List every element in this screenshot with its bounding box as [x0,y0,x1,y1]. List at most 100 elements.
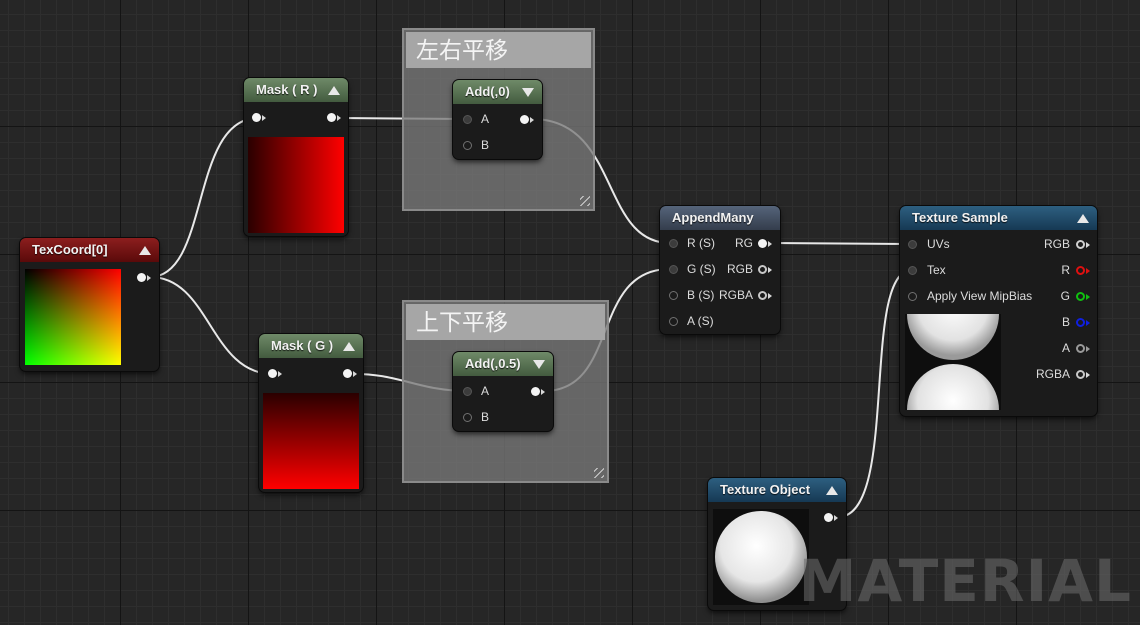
node-title: Add(,0) [465,84,510,99]
output-pin-rgb[interactable] [1076,240,1085,249]
output-pin-arrow-icon [768,293,772,299]
pin-label: B [481,410,490,424]
output-pin[interactable] [327,113,336,122]
mask-r-preview [248,137,344,233]
input-pin-a[interactable] [463,387,472,396]
node-header[interactable]: TexCoord[0] [20,238,159,262]
uv-gradient-preview [25,269,121,365]
input-pin-tex[interactable] [908,266,917,275]
input-pin-a[interactable] [463,115,472,124]
material-watermark: MATERIAL [798,547,1132,615]
node-add-05[interactable]: Add(,0.5) A B [453,352,553,431]
output-pin-b[interactable] [1076,318,1085,327]
output-pin-rgba[interactable] [758,291,767,300]
node-title: AppendMany [672,210,754,225]
wire-append-rg-to-uvs [769,242,913,245]
output-pin-arrow-icon [147,275,151,281]
sphere-preview-icon [715,511,807,603]
output-pin-arrow-icon [541,389,545,395]
output-pin-rgba[interactable] [1076,370,1085,379]
mask-g-preview [263,393,359,489]
pin-label: Tex [927,263,946,277]
output-pin-g[interactable] [1076,292,1085,301]
pin-label: B [481,138,490,152]
output-pin[interactable] [137,273,146,282]
output-pin-r[interactable] [1076,266,1085,275]
output-pin-arrow-icon [834,515,838,521]
collapse-arrow-icon[interactable] [826,486,838,495]
output-pin-rg[interactable] [758,239,767,248]
pin-label: Apply View MipBias [927,289,1033,303]
input-pin-a[interactable] [669,317,678,326]
output-pin[interactable] [343,369,352,378]
collapse-arrow-icon[interactable] [139,246,151,255]
node-texcoord[interactable]: TexCoord[0] [20,238,159,371]
output-pin-arrow-icon [1086,242,1090,248]
sphere-tiled-preview-icon [907,314,999,410]
output-pin-arrow-icon [768,267,772,273]
output-pin-a[interactable] [1076,344,1085,353]
collapse-arrow-icon[interactable] [522,88,534,97]
node-header[interactable]: Mask ( G ) [259,334,363,358]
input-pin[interactable] [268,369,277,378]
pin-label: RGBA [718,288,753,302]
input-pin-b[interactable] [669,291,678,300]
node-texture-sample[interactable]: Texture Sample UVs Tex Apply View MipBia… [900,206,1097,416]
input-pin[interactable] [252,113,261,122]
input-pin-b[interactable] [463,413,472,422]
output-pin-arrow-icon [1086,320,1090,326]
node-title: Texture Sample [912,210,1008,225]
input-pin-uvs[interactable] [908,240,917,249]
node-title: Texture Object [720,482,811,497]
comment-title[interactable]: 上下平移 [406,304,605,340]
output-pin-arrow-icon [1086,372,1090,378]
collapse-arrow-icon[interactable] [328,86,340,95]
pin-label: B [1061,315,1070,329]
output-pin-arrow-icon [1086,268,1090,274]
input-pin-arrow-icon [262,115,266,121]
node-mask-g[interactable]: Mask ( G ) [259,334,363,492]
output-pin[interactable] [531,387,540,396]
pin-label: A [1061,341,1070,355]
node-header[interactable]: Add(,0.5) [453,352,553,376]
output-pin[interactable] [520,115,529,124]
node-header[interactable]: Texture Sample [900,206,1097,230]
pin-label: A [481,384,490,398]
input-pin-apply-view-mipbias[interactable] [908,292,917,301]
pin-label: R [1061,263,1070,277]
resize-grip[interactable] [580,196,590,206]
pin-label: A [481,112,490,126]
resize-grip[interactable] [594,468,604,478]
wire-texcoord-to-mask-r [149,117,259,278]
node-header[interactable]: Texture Object [708,478,846,502]
node-header[interactable]: AppendMany [660,206,780,230]
pin-label: G (S) [687,262,716,276]
output-pin-arrow-icon [768,241,772,247]
input-pin-b[interactable] [463,141,472,150]
pin-label: RGB [726,262,753,276]
node-add-0[interactable]: Add(,0) A B [453,80,542,159]
node-title: Mask ( R ) [256,82,318,97]
collapse-arrow-icon[interactable] [343,342,355,351]
node-header[interactable]: Mask ( R ) [244,78,348,102]
node-title: Mask ( G ) [271,338,334,353]
output-pin[interactable] [824,513,833,522]
texture-object-preview [713,509,809,605]
node-append-many[interactable]: AppendMany R (S) G (S) B (S) A (S) RG RG… [660,206,780,334]
pin-label: RGBA [1035,367,1070,381]
output-pin-rgb[interactable] [758,265,767,274]
input-pin-g[interactable] [669,265,678,274]
comment-title[interactable]: 左右平移 [406,32,591,68]
collapse-arrow-icon[interactable] [533,360,545,369]
pin-label: RG [735,236,753,250]
node-header[interactable]: Add(,0) [453,80,542,104]
wire-texcoord-to-mask-g [149,276,274,375]
input-pin-r[interactable] [669,239,678,248]
node-mask-r[interactable]: Mask ( R ) [244,78,348,236]
input-pin-arrow-icon [278,371,282,377]
output-pin-arrow-icon [353,371,357,377]
pin-label: G [1060,289,1070,303]
pin-label: R (S) [687,236,715,250]
collapse-arrow-icon[interactable] [1077,214,1089,223]
output-pin-arrow-icon [1086,346,1090,352]
